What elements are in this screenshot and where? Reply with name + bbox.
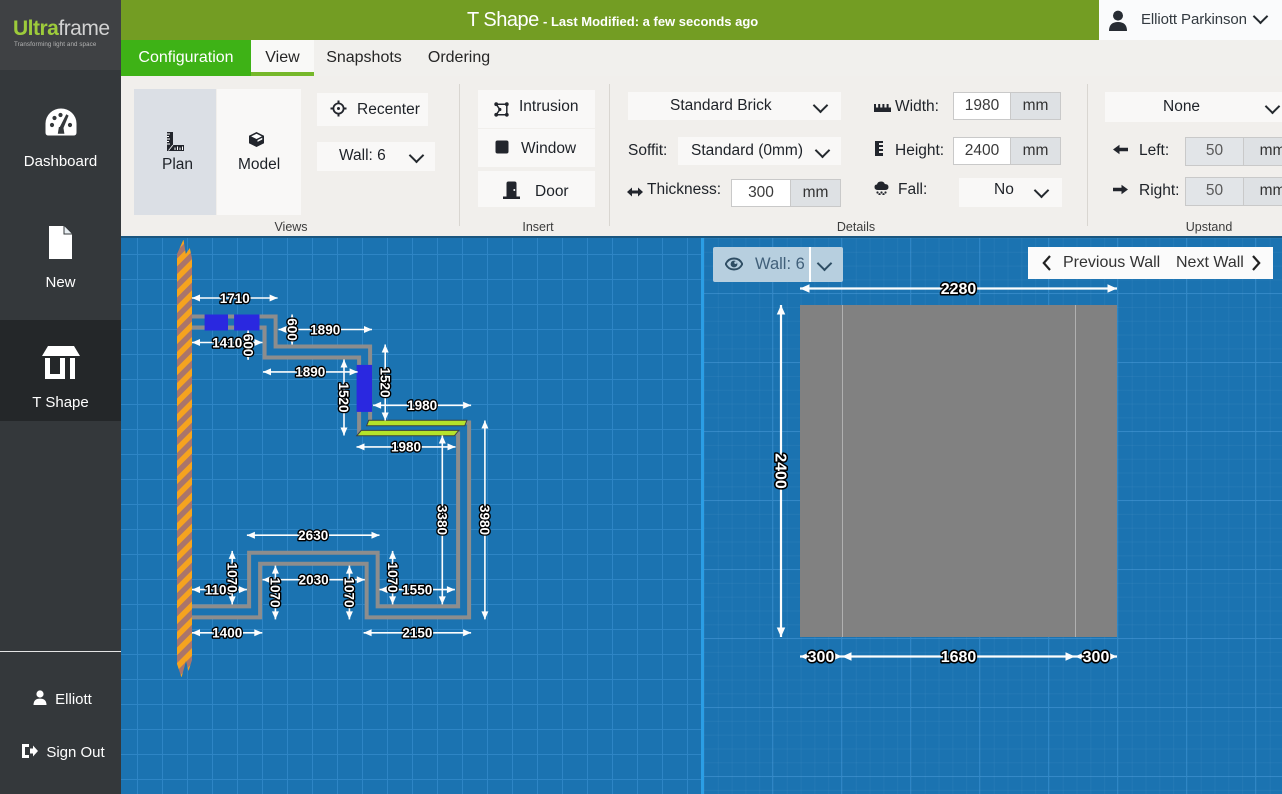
svg-text:2630: 2630 — [298, 528, 328, 543]
svg-text:600: 600 — [284, 318, 299, 341]
svg-text:3380: 3380 — [435, 505, 450, 535]
svg-text:1070: 1070 — [342, 577, 357, 607]
svg-text:300: 300 — [1083, 649, 1110, 666]
svg-text:600: 600 — [240, 334, 255, 357]
svg-text:1070: 1070 — [385, 563, 400, 593]
svg-text:1980: 1980 — [407, 398, 437, 413]
svg-text:2030: 2030 — [299, 573, 329, 588]
svg-text:2400: 2400 — [771, 453, 788, 489]
svg-text:1070: 1070 — [268, 577, 283, 607]
svg-text:3980: 3980 — [477, 505, 492, 535]
svg-text:300: 300 — [808, 649, 835, 666]
svg-text:2280: 2280 — [941, 281, 977, 298]
svg-text:1890: 1890 — [310, 322, 340, 337]
svg-text:1710: 1710 — [220, 291, 250, 306]
svg-text:1550: 1550 — [402, 582, 432, 597]
svg-text:2150: 2150 — [402, 626, 432, 641]
svg-text:1400: 1400 — [212, 626, 242, 641]
svg-text:1520: 1520 — [336, 382, 351, 412]
svg-text:1680: 1680 — [941, 649, 977, 666]
svg-text:1410: 1410 — [212, 335, 242, 350]
svg-text:1070: 1070 — [224, 563, 239, 593]
svg-text:1890: 1890 — [295, 365, 325, 380]
svg-text:1520: 1520 — [377, 367, 392, 397]
svg-text:1980: 1980 — [391, 440, 421, 455]
